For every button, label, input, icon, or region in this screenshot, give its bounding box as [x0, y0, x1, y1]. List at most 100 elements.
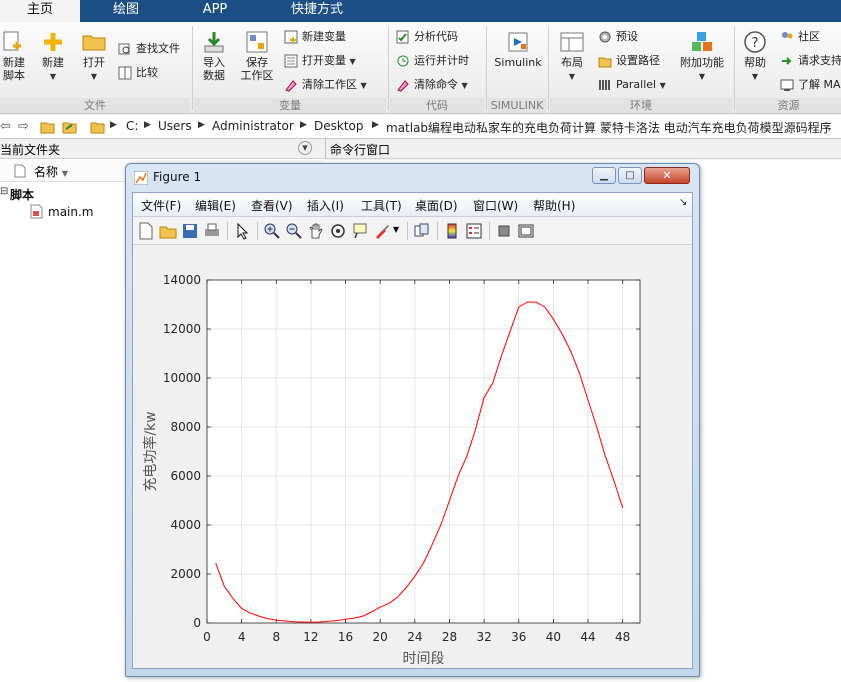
pointer-icon[interactable] [233, 222, 251, 240]
preferences-button[interactable]: 预设 [598, 28, 638, 46]
request-support-button[interactable]: 请求支持 [780, 52, 841, 70]
tab-plots[interactable]: 绘图 [80, 0, 172, 22]
new-label: 新建 [42, 56, 64, 69]
open-variable-button[interactable]: 打开变量 ▼ [284, 52, 356, 70]
new-script-label-2: 脚本 [3, 69, 25, 82]
request-support-label: 请求支持 [798, 54, 841, 67]
open-file-icon[interactable] [159, 222, 177, 240]
save-workspace-button[interactable]: 保存 工作区 [238, 30, 276, 82]
parallel-caret: ▼ [659, 81, 666, 90]
new-figure-icon[interactable] [137, 222, 155, 240]
set-path-button[interactable]: 设置路径 [598, 52, 660, 70]
figure-title: Figure 1 [153, 170, 202, 184]
zoom-in-icon[interactable] [263, 222, 281, 240]
import-label-1: 导入 [203, 56, 225, 69]
figure-content: 文件(F) 编辑(E) 查看(V) 插入(I) 工具(T) 桌面(D) 窗口(W… [132, 192, 693, 669]
data-cursor-icon[interactable] [351, 222, 369, 240]
x-tick-label: 28 [442, 630, 457, 644]
tab-shortcuts[interactable]: 快捷方式 [258, 0, 376, 22]
path-segment-desktop[interactable]: Desktop [314, 119, 364, 133]
run-and-time-button[interactable]: 运行并计时 [396, 52, 469, 70]
figure-menu-bar: 文件(F) 编辑(E) 查看(V) 插入(I) 工具(T) 桌面(D) 窗口(W… [133, 193, 692, 217]
clear-commands-caret: ▼ [461, 81, 468, 90]
run-and-time-label: 运行并计时 [414, 54, 469, 67]
zoom-out-icon[interactable] [285, 222, 303, 240]
toolbar-separator [407, 222, 408, 240]
link-plot-icon[interactable] [413, 222, 431, 240]
compare-button[interactable]: 比较 [118, 64, 158, 82]
path-segment-user[interactable]: Administrator [212, 119, 294, 133]
path-segment-users[interactable]: Users [158, 119, 192, 133]
analyze-code-button[interactable]: 分析代码 [396, 28, 458, 46]
pan-hand-icon[interactable] [307, 222, 325, 240]
clear-commands-button[interactable]: 清除命令 ▼ [396, 76, 468, 94]
file-type-icon [14, 164, 26, 178]
tab-apps[interactable]: APP [172, 0, 258, 22]
file-tree: ⊟ 脚本 main.m [0, 182, 125, 242]
show-plot-tools-icon[interactable] [517, 222, 535, 240]
help-icon: ? [744, 31, 766, 53]
save-icon[interactable] [181, 222, 199, 240]
minimize-button[interactable]: ▁ [592, 167, 616, 184]
up-folder-icon[interactable] [40, 120, 55, 134]
clear-workspace-caret: ▼ [360, 81, 367, 90]
dock-arrow-icon[interactable]: ↘ [679, 197, 687, 208]
add-ons-button[interactable]: 附加功能 ▼ [678, 30, 726, 83]
path-segment-project-folder[interactable]: matlab编程电动私家车的充电负荷计算 蒙特卡洛法 电动汽车充电负荷模型源码程… [386, 119, 836, 136]
current-folder-icon [90, 122, 105, 134]
new-script-icon [3, 31, 21, 51]
x-tick-label: 16 [338, 630, 353, 644]
find-files-button[interactable]: 查找文件 [118, 40, 180, 58]
panel-options-icon[interactable]: ▾ [298, 141, 312, 155]
forward-arrow-icon[interactable]: ⇨ [18, 119, 29, 134]
x-tick-label: 0 [203, 630, 211, 644]
legend-icon[interactable] [465, 222, 483, 240]
clear-workspace-button[interactable]: 清除工作区 ▼ [284, 76, 367, 94]
simulink-button[interactable]: Simulink [492, 30, 544, 69]
path-segment-drive[interactable]: C: [126, 119, 138, 133]
menu-desktop[interactable]: 桌面(D) [415, 197, 458, 214]
menu-help[interactable]: 帮助(H) [533, 197, 575, 214]
rotate-3d-icon[interactable] [329, 222, 347, 240]
open-button[interactable]: 打开 ▼ [78, 30, 110, 83]
column-name-header[interactable]: 名称 ▼ [34, 163, 68, 180]
menu-insert[interactable]: 插入(I) [307, 197, 344, 214]
import-data-button[interactable]: 导入 数据 [198, 30, 230, 82]
new-script-button[interactable]: 新建 脚本 [0, 30, 28, 82]
new-button[interactable]: 新建 ▼ [36, 30, 70, 83]
tab-home[interactable]: 主页 [0, 0, 80, 22]
y-tick-label: 10000 [163, 371, 201, 385]
learn-matlab-button[interactable]: 了解 MA [780, 76, 841, 94]
menu-file[interactable]: 文件(F) [141, 197, 181, 214]
layout-button[interactable]: 布局 ▼ [554, 30, 590, 83]
tree-folder-scripts[interactable]: 脚本 [10, 186, 34, 203]
set-path-label: 设置路径 [616, 54, 660, 67]
save-label-1: 保存 [246, 56, 268, 69]
help-button[interactable]: ? 帮助 ▼ [738, 30, 772, 83]
new-variable-button[interactable]: 新建变量 [284, 28, 346, 46]
parallel-button[interactable]: Parallel ▼ [598, 76, 666, 94]
browse-folder-icon[interactable] [62, 120, 77, 134]
path-separator: ▶ [372, 120, 379, 130]
add-ons-label: 附加功能 [680, 56, 724, 69]
brush-icon[interactable] [373, 222, 391, 240]
clear-workspace-label: 清除工作区 [302, 78, 357, 91]
parallel-label: Parallel [616, 78, 657, 91]
menu-tools[interactable]: 工具(T) [361, 197, 402, 214]
menu-window[interactable]: 窗口(W) [473, 197, 518, 214]
menu-edit[interactable]: 编辑(E) [195, 197, 236, 214]
brush-dropdown-icon[interactable]: ▼ [393, 225, 399, 234]
collapse-icon[interactable]: ⊟ [0, 186, 8, 197]
print-icon[interactable] [203, 222, 221, 240]
maximize-button[interactable]: □ [618, 167, 642, 184]
back-arrow-icon[interactable]: ⇦ [0, 119, 11, 134]
community-button[interactable]: 社区 [780, 28, 820, 46]
colorbar-icon[interactable] [443, 222, 461, 240]
hide-plot-tools-icon[interactable] [495, 222, 513, 240]
x-tick-label: 44 [580, 630, 595, 644]
clear-commands-label: 清除命令 [414, 78, 458, 91]
menu-view[interactable]: 查看(V) [251, 197, 293, 214]
close-button[interactable]: ✕ [644, 167, 690, 184]
tree-file-main[interactable]: main.m [48, 205, 94, 219]
svg-text:?: ? [752, 36, 759, 51]
